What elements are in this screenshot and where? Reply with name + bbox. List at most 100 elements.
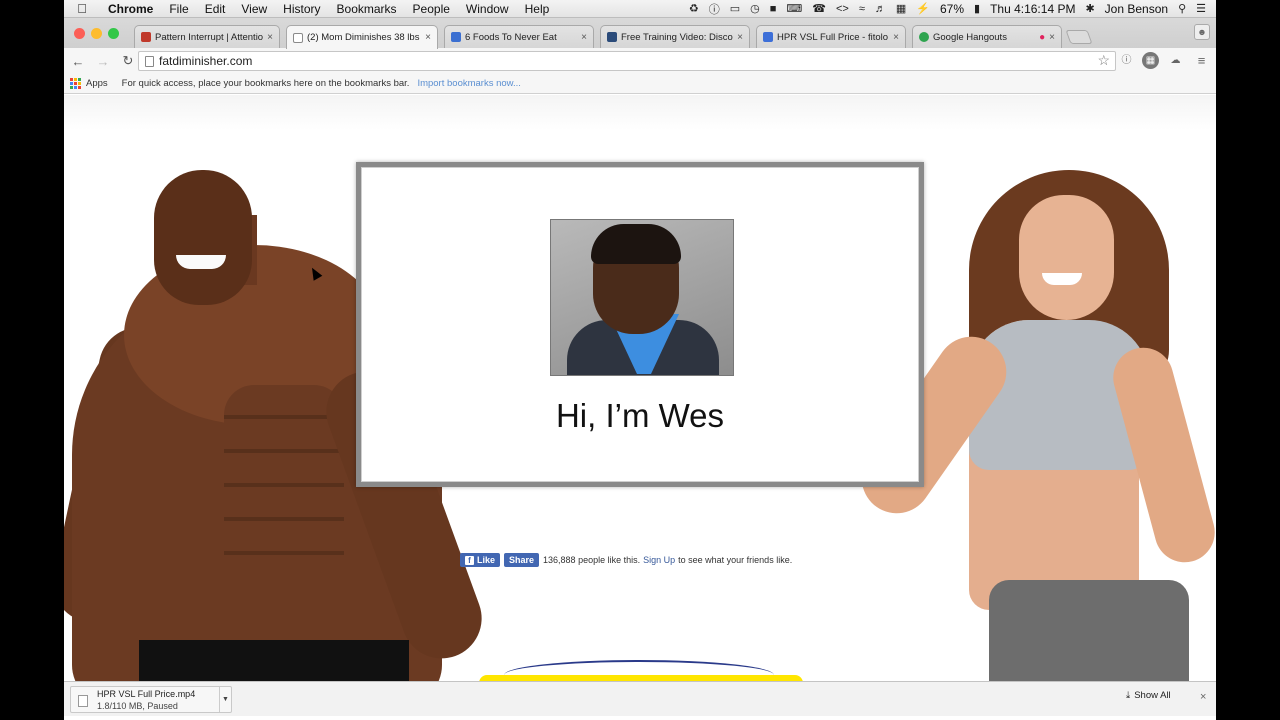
tab-title: Free Training Video: Disco [621,31,733,43]
tab-6-foods[interactable]: 6 Foods To Never Eat × [444,25,594,48]
facebook-signup-link[interactable]: Sign Up [643,555,675,565]
show-all-downloads-button[interactable]: ⤓ Show All [1126,690,1171,701]
close-window-button[interactable] [74,28,85,39]
battery-percent[interactable]: 67% [940,2,964,16]
tab-favicon [607,32,617,42]
video-caption: Hi, I’m Wes [555,397,725,434]
status-area: ♻ ⓘ ▭ ◷ ■ ⌨ ☎ <> ≈ ♬ ▦ ⚡ 67% ▮ Thu 4:16:… [689,1,1216,17]
calendar-icon[interactable]: ▦ [896,2,906,15]
apps-shortcut[interactable]: Apps [86,78,108,89]
tab-title: Pattern Interrupt | Attention [155,31,264,43]
close-tab-icon[interactable]: × [1049,32,1055,43]
airplay-icon[interactable]: ▭ [730,2,740,15]
close-shelf-icon[interactable]: × [1200,691,1206,703]
extension-grid-icon[interactable]: ▦ [1142,52,1159,69]
volume-icon[interactable]: ♬ [875,3,886,15]
tab-hpr-vsl[interactable]: HPR VSL Full Price - fitolo × [756,25,906,48]
power-icon[interactable]: ⚡ [916,2,930,15]
code-icon[interactable]: <> [836,3,849,15]
menu-file[interactable]: File [161,2,196,16]
tab-title: Google Hangouts [933,31,1007,43]
download-status: 1.8/110 MB, Paused [97,701,178,711]
minimize-window-button[interactable] [91,28,102,39]
tab-favicon [141,32,151,42]
menu-people[interactable]: People [405,2,458,16]
bookmarks-hint: For quick access, place your bookmarks h… [121,78,410,89]
browser-toolbar: ← → ↻ fatdiminisher.com ☆ ⓘ ▦ ☁ ≡ [64,48,1216,74]
tab-google-hangouts[interactable]: Google Hangouts ● × [912,25,1062,48]
like-label: Like [477,555,496,565]
forward-arrow-icon[interactable]: → [92,54,114,69]
menu-app-name[interactable]: Chrome [100,2,161,16]
tab-favicon [293,32,303,43]
close-tab-icon[interactable]: × [737,32,743,43]
tab-pattern-interrupt[interactable]: Pattern Interrupt | Attention × [134,25,280,48]
phone-icon[interactable]: ☎ [812,2,826,15]
spotlight-search-icon[interactable]: ⚲ [1178,2,1186,15]
download-filename: HPR VSL Full Price.mp4 [97,689,196,699]
menu-view[interactable]: View [233,2,275,16]
download-arrow-icon: ⤓ [1126,690,1131,701]
back-arrow-icon[interactable]: ← [67,54,89,69]
close-tab-icon[interactable]: × [893,32,899,43]
tab-favicon [451,32,461,42]
sales-video-player[interactable]: Hi, I’m Wes [356,162,924,487]
facebook-share-button[interactable]: Share [504,553,540,567]
profile-icon[interactable]: ☻ [1194,24,1210,40]
tab-free-training[interactable]: Free Training Video: Disco × [600,25,750,48]
reload-icon[interactable]: ↻ [117,53,139,69]
menu-bookmarks[interactable]: Bookmarks [329,2,405,16]
bluetooth-icon[interactable]: ✱ [1085,2,1094,15]
download-shelf: HPR VSL Full Price.mp4 1.8/110 MB, Pause… [64,681,1216,716]
chrome-menu-icon[interactable]: ≡ [1193,52,1210,69]
facebook-like-button[interactable]: f Like [460,553,501,567]
tab-strip: Pattern Interrupt | Attention × (2) Mom … [64,18,1216,49]
battery-icon[interactable]: ▮ [974,2,980,15]
screen:  Chrome File Edit View History Bookmark… [64,0,1216,720]
zoom-window-button[interactable] [108,28,119,39]
menu-edit[interactable]: Edit [197,2,234,16]
clock[interactable]: Thu 4:16:14 PM [990,2,1075,16]
address-bar[interactable]: fatdiminisher.com ☆ [138,51,1116,71]
tab-favicon [763,32,773,42]
facebook-icon: f [465,555,474,565]
new-tab-button[interactable] [1065,30,1093,44]
import-bookmarks-link[interactable]: Import bookmarks now... [417,78,520,89]
wifi-icon[interactable]: ≈ [859,3,865,15]
notification-center-icon[interactable]: ☰ [1196,2,1206,15]
recording-dot-icon: ● [1039,31,1046,43]
close-tab-icon[interactable]: × [581,32,587,43]
file-icon [78,695,88,707]
window-controls [74,28,119,39]
tab-title: (2) Mom Diminishes 38 lbs [307,32,420,43]
time-machine-icon[interactable]: ◷ [750,2,760,15]
extension-info-icon[interactable]: ⓘ [1118,52,1135,69]
apps-grid-icon[interactable] [70,78,81,89]
address-url[interactable]: fatdiminisher.com [159,54,252,68]
extension-cloud-icon[interactable]: ☁ [1167,52,1184,69]
page-header-band [64,95,1216,130]
presenter-photo [550,219,734,376]
tab-mom-diminishes[interactable]: (2) Mom Diminishes 38 lbs × [286,25,438,49]
download-menu-caret-icon[interactable]: ▼ [219,687,231,712]
facebook-like-widget: f Like Share 136,888 people like this. S… [460,553,792,567]
info-icon[interactable]: ⓘ [709,1,720,17]
download-item[interactable]: HPR VSL Full Price.mp4 1.8/110 MB, Pause… [70,686,232,713]
keyboard-icon[interactable]: ⌨ [786,2,802,15]
user-name[interactable]: Jon Benson [1105,2,1168,16]
menu-history[interactable]: History [275,2,328,16]
friends-like-text: to see what your friends like. [678,555,793,565]
close-tab-icon[interactable]: × [425,32,431,43]
bookmark-star-icon[interactable]: ☆ [1097,52,1110,69]
apple-icon[interactable]:  [64,1,100,16]
menu-window[interactable]: Window [458,2,517,16]
lock-icon[interactable]: ■ [770,3,777,15]
web-page: Hi, I’m Wes f Like Share 136,888 people … [64,95,1216,681]
mac-menu-bar:  Chrome File Edit View History Bookmark… [64,0,1216,18]
menu-help[interactable]: Help [517,2,558,16]
tab-title: HPR VSL Full Price - fitolo [777,31,889,43]
sync-icon[interactable]: ♻ [689,2,699,15]
close-tab-icon[interactable]: × [267,32,273,43]
bookmarks-bar: Apps For quick access, place your bookma… [64,74,1216,94]
tab-favicon [919,32,929,42]
